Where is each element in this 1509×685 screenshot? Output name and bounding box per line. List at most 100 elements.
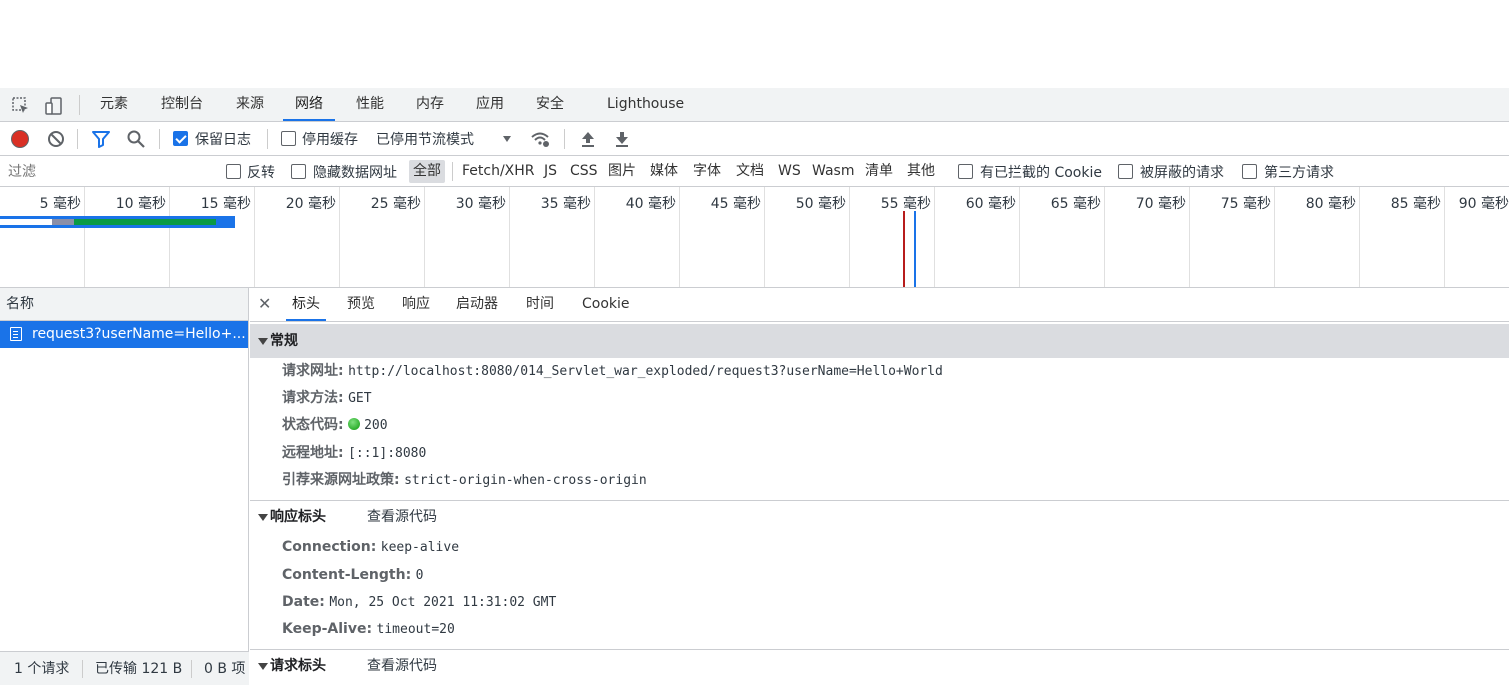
invert-label: 反转	[247, 165, 275, 181]
record-icon[interactable]	[10, 129, 30, 149]
preserve-log-checkbox[interactable]	[173, 131, 188, 146]
header-row: Content-Length: 0	[282, 565, 423, 585]
header-key: 引荐来源网址政策:	[282, 472, 400, 488]
hide-data-urls-checkbox[interactable]	[291, 164, 306, 179]
tick-gridline	[84, 187, 85, 287]
header-key: Connection:	[282, 539, 377, 555]
tick-label: 10 毫秒	[115, 196, 166, 212]
tab-network[interactable]: 网络	[283, 88, 335, 121]
tick-label: 50 毫秒	[795, 196, 846, 212]
header-value: strict-origin-when-cross-origin	[404, 473, 647, 488]
tab-timing[interactable]: 时间	[520, 288, 560, 321]
inspect-element-icon[interactable]	[11, 96, 31, 116]
name-column-header[interactable]: 名称	[0, 288, 248, 321]
header-value: GET	[348, 391, 372, 406]
tabbar-divider	[79, 95, 80, 115]
header-value: [::1]:8080	[348, 446, 427, 461]
general-section-header[interactable]: 常规	[250, 324, 1509, 358]
tick-gridline	[764, 187, 765, 287]
tick-label: 40 毫秒	[625, 196, 676, 212]
blocked-requests-checkbox[interactable]	[1118, 164, 1133, 179]
network-overview-timeline[interactable]: 5 毫秒 10 毫秒 15 毫秒 20 毫秒 25 毫秒 30 毫秒 35 毫秒…	[0, 187, 1509, 288]
resources-size: 0 B 项	[204, 661, 246, 677]
type-filter-manifest[interactable]: 清单	[861, 160, 897, 183]
type-filter-fetch-xhr[interactable]: Fetch/XHR	[458, 160, 539, 183]
request-headers-section-header[interactable]: 请求标头 查看源代码	[250, 649, 1509, 683]
load-event-marker	[903, 211, 905, 287]
toolbar-divider	[159, 129, 160, 149]
filter-icon[interactable]	[91, 129, 111, 149]
blocked-cookies-checkbox[interactable]	[958, 164, 973, 179]
header-key: Date:	[282, 594, 325, 610]
header-row: Connection: keep-alive	[282, 537, 459, 557]
tab-preview[interactable]: 预览	[341, 288, 381, 321]
clear-icon[interactable]	[46, 129, 66, 149]
tick-gridline	[169, 187, 170, 287]
filter-divider	[452, 162, 453, 181]
tab-memory[interactable]: 内存	[404, 88, 456, 121]
tab-performance[interactable]: 性能	[344, 88, 396, 121]
dropdown-arrow-icon[interactable]	[500, 132, 514, 146]
view-source-link[interactable]: 查看源代码	[367, 649, 437, 683]
export-har-icon[interactable]	[612, 129, 632, 149]
tab-application[interactable]: 应用	[464, 88, 516, 121]
request-list-pane: 名称 request3?userName=Hello+... 1 个请求 已传输…	[0, 288, 249, 685]
request-waiting-segment	[74, 219, 216, 225]
devtools-main-tabbar: 元素 控制台 来源 网络 性能 内存 应用 安全 Lighthouse	[0, 88, 1509, 122]
tab-security[interactable]: 安全	[524, 88, 576, 121]
tab-initiator[interactable]: 启动器	[450, 288, 504, 321]
header-key: 请求方法:	[282, 390, 344, 406]
tab-sources[interactable]: 来源	[224, 88, 276, 121]
third-party-checkbox[interactable]	[1242, 164, 1257, 179]
type-filter-ws[interactable]: WS	[774, 160, 805, 183]
header-value: timeout=20	[376, 622, 455, 637]
request-queue-segment	[52, 219, 74, 225]
request-count: 1 个请求	[14, 661, 70, 677]
type-filter-img[interactable]: 图片	[604, 160, 640, 183]
tab-elements[interactable]: 元素	[88, 88, 140, 121]
tab-cookies[interactable]: Cookie	[576, 288, 636, 321]
throttling-select[interactable]: 已停用节流模式	[376, 129, 474, 149]
tick-label: 55 毫秒	[880, 196, 931, 212]
type-filter-js[interactable]: JS	[540, 160, 561, 183]
tab-console[interactable]: 控制台	[149, 88, 215, 121]
tab-headers[interactable]: 标头	[286, 288, 326, 321]
tick-gridline	[594, 187, 595, 287]
toolbar-divider	[267, 129, 268, 149]
network-conditions-icon[interactable]	[530, 129, 550, 149]
invert-checkbox[interactable]	[226, 164, 241, 179]
close-icon[interactable]: ✕	[258, 294, 271, 313]
tick-label: 75 毫秒	[1220, 196, 1271, 212]
type-filter-wasm[interactable]: Wasm	[808, 160, 858, 183]
response-headers-section-header[interactable]: 响应标头 查看源代码	[250, 500, 1509, 534]
tab-response[interactable]: 响应	[396, 288, 436, 321]
header-key: 请求网址:	[282, 363, 344, 379]
import-har-icon[interactable]	[578, 129, 598, 149]
type-filter-other[interactable]: 其他	[903, 160, 939, 183]
request-row[interactable]: request3?userName=Hello+...	[0, 321, 248, 348]
tick-gridline	[1189, 187, 1190, 287]
type-filter-doc[interactable]: 文档	[732, 160, 768, 183]
filter-input[interactable]	[4, 160, 209, 183]
tick-label: 20 毫秒	[285, 196, 336, 212]
tick-label: 25 毫秒	[370, 196, 421, 212]
device-toolbar-icon[interactable]	[44, 96, 64, 116]
section-title: 常规	[270, 333, 298, 349]
tick-gridline	[339, 187, 340, 287]
tab-lighthouse[interactable]: Lighthouse	[595, 88, 696, 121]
tick-gridline	[849, 187, 850, 287]
header-row: 请求网址: http://localhost:8080/014_Servlet_…	[282, 361, 943, 381]
type-filter-font[interactable]: 字体	[689, 160, 725, 183]
tick-gridline	[1019, 187, 1020, 287]
type-filter-all[interactable]: 全部	[409, 160, 445, 183]
hide-data-urls-label: 隐藏数据网址	[313, 165, 397, 181]
type-filter-media[interactable]: 媒体	[646, 160, 682, 183]
network-summary-bar: 1 个请求 已传输 121 B 0 B 项	[0, 651, 249, 685]
search-icon[interactable]	[126, 129, 146, 149]
view-source-link[interactable]: 查看源代码	[367, 500, 437, 534]
tick-label: 45 毫秒	[710, 196, 761, 212]
type-filter-css[interactable]: CSS	[566, 160, 602, 183]
toolbar-divider	[77, 129, 78, 149]
disable-cache-checkbox[interactable]	[281, 131, 296, 146]
detail-tabbar: ✕ 标头 预览 响应 启动器 时间 Cookie	[250, 288, 1509, 322]
